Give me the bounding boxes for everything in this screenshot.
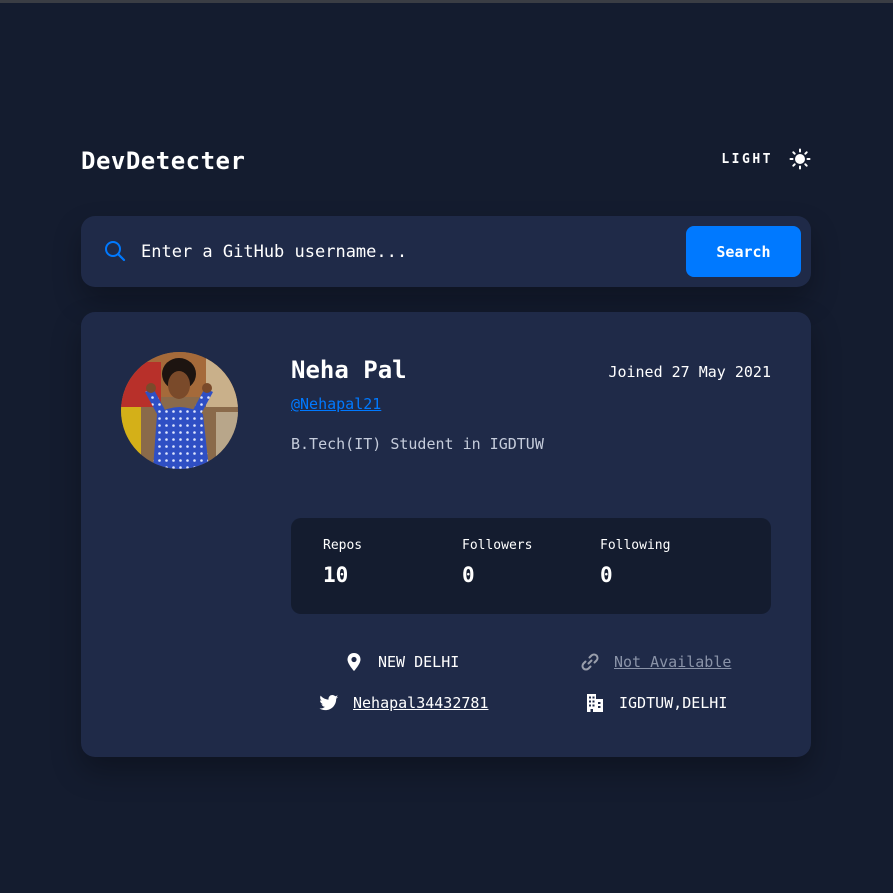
location-info: NEW DELHI [344, 652, 459, 672]
twitter-icon [319, 693, 339, 713]
location-text: NEW DELHI [378, 653, 460, 671]
twitter-link[interactable]: Nehapal34432781 [353, 694, 488, 712]
joined-date: Joined 27 May 2021 [608, 363, 771, 381]
company-text: IGDTUW,DELHI [619, 694, 728, 712]
search-icon [104, 240, 126, 262]
stat-label: Repos [323, 538, 363, 553]
theme-toggle[interactable]: LIGHT [721, 148, 811, 170]
stat-value: 0 [462, 563, 475, 587]
stats-panel: Repos 10 Followers 0 Following 0 [291, 518, 771, 614]
stat-value: 10 [323, 563, 349, 587]
search-bar: Search [81, 216, 811, 287]
profile-handle-link[interactable]: @Nehapal21 [291, 395, 381, 413]
stat-following: Following 0 [600, 538, 670, 587]
location-pin-icon [344, 652, 364, 672]
profile-bio: B.Tech(IT) Student in IGDTUW [291, 435, 544, 453]
app-logo: DevDetecter [81, 147, 246, 175]
sun-icon [789, 148, 811, 170]
profile-name: Neha Pal [291, 356, 407, 384]
website-info: Not Available [580, 652, 731, 672]
stat-label: Followers [462, 538, 533, 553]
website-link[interactable]: Not Available [614, 653, 731, 671]
link-icon [580, 652, 600, 672]
theme-toggle-label: LIGHT [721, 151, 773, 167]
window-top-border [0, 0, 893, 3]
search-button[interactable]: Search [686, 226, 801, 277]
stat-followers: Followers 0 [462, 538, 532, 587]
profile-card: Neha Pal Joined 27 May 2021 @Nehapal21 B… [81, 312, 811, 757]
search-input[interactable] [141, 234, 661, 270]
building-icon [585, 693, 605, 713]
header: DevDetecter LIGHT [81, 144, 811, 180]
avatar [121, 352, 238, 469]
stat-label: Following [600, 538, 671, 553]
stat-repos: Repos 10 [323, 538, 362, 587]
company-info: IGDTUW,DELHI [585, 693, 727, 713]
stat-value: 0 [600, 563, 613, 587]
twitter-info: Nehapal34432781 [319, 693, 488, 713]
